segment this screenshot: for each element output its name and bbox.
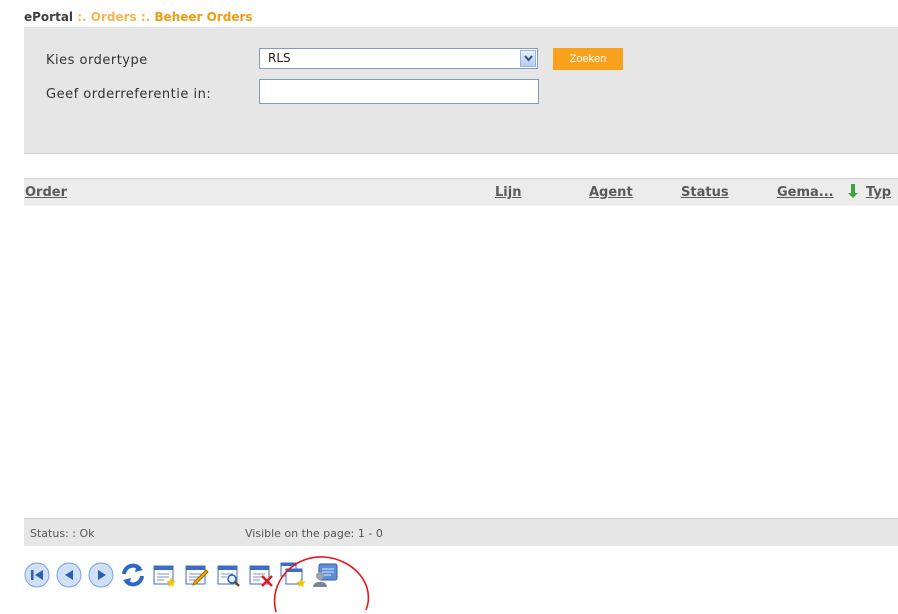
grid-header: Order Lijn Agent Status Gema... Typ xyxy=(24,179,898,206)
new-order-icon[interactable] xyxy=(152,562,178,588)
user-details-icon[interactable] xyxy=(312,562,338,588)
breadcrumb-home[interactable]: ePortal xyxy=(24,10,73,24)
column-gemaakt[interactable]: Gema... xyxy=(777,185,834,200)
orders-grid: Order Lijn Agent Status Gema... Typ Stat… xyxy=(24,178,898,546)
reference-label: Geef orderreferentie in: xyxy=(46,87,212,102)
previous-page-icon[interactable] xyxy=(56,562,82,588)
view-order-icon[interactable] xyxy=(216,562,242,588)
sort-descending-icon xyxy=(847,184,859,203)
first-page-icon[interactable] xyxy=(24,562,50,588)
column-status[interactable]: Status xyxy=(681,185,729,200)
visible-count: Visible on the page: 1 - 0 xyxy=(245,527,383,540)
ordertype-select[interactable]: RLS xyxy=(259,48,538,69)
delete-order-icon[interactable] xyxy=(248,562,274,588)
reference-input[interactable] xyxy=(259,79,539,104)
status-text: Status: : Ok xyxy=(30,527,95,540)
edit-order-icon[interactable] xyxy=(184,562,210,588)
ordertype-label: Kies ordertype xyxy=(46,53,148,68)
breadcrumb-separator: :. xyxy=(73,10,91,24)
breadcrumb-orders[interactable]: Orders xyxy=(91,10,137,24)
column-agent[interactable]: Agent xyxy=(589,185,633,200)
search-panel: Kies ordertype RLS Zoeken Geef orderrefe… xyxy=(24,27,898,154)
toolbar xyxy=(24,562,484,590)
search-button[interactable]: Zoeken xyxy=(553,48,623,70)
column-order[interactable]: Order xyxy=(25,185,67,200)
breadcrumb-current: Beheer Orders xyxy=(154,10,253,24)
copy-order-icon[interactable] xyxy=(280,562,306,588)
column-type[interactable]: Typ xyxy=(866,185,891,200)
ordertype-value: RLS xyxy=(268,51,291,65)
breadcrumb-separator: :. xyxy=(136,10,155,24)
refresh-icon[interactable] xyxy=(120,562,146,588)
chevron-down-icon[interactable] xyxy=(520,50,536,67)
grid-footer: Status: : Ok Visible on the page: 1 - 0 xyxy=(24,518,898,546)
column-lijn[interactable]: Lijn xyxy=(495,185,521,200)
next-page-icon[interactable] xyxy=(88,562,114,588)
breadcrumb: ePortal :. Orders :. Beheer Orders xyxy=(24,10,253,24)
